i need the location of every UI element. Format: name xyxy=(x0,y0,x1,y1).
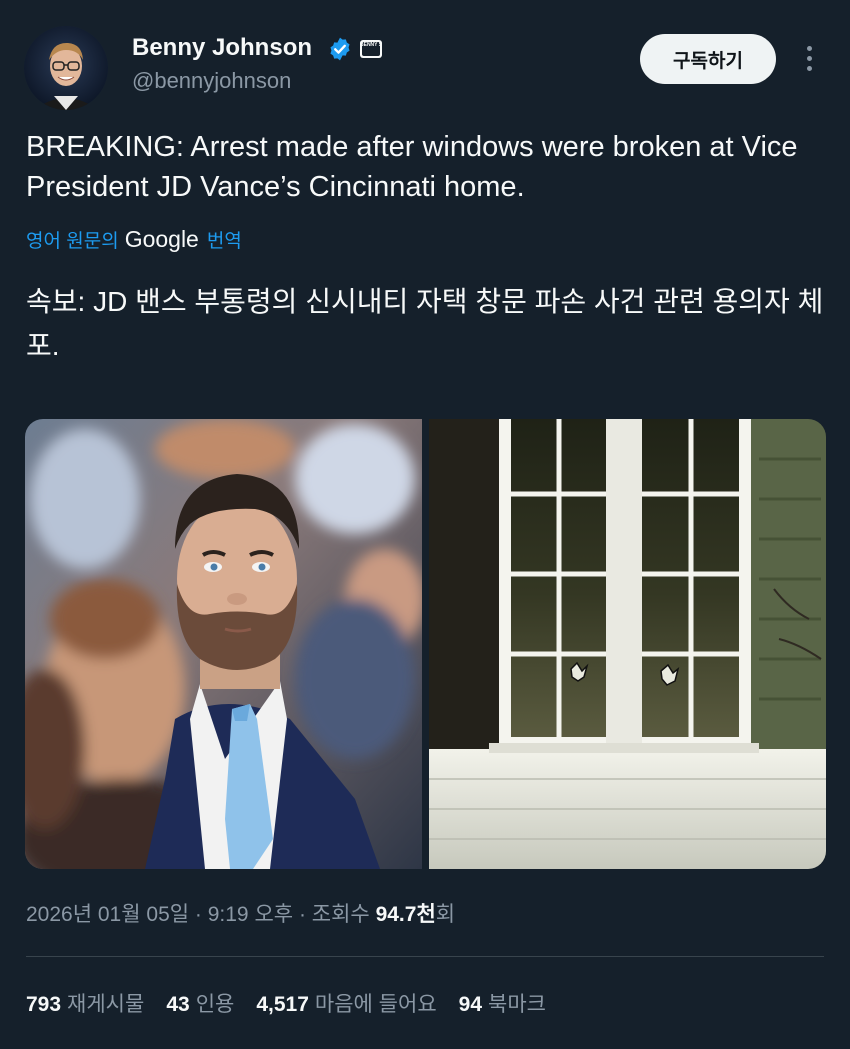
likes-label: 마음에 들어요 xyxy=(314,993,437,1016)
views-label: 조회수 xyxy=(311,903,370,926)
more-options-icon[interactable] xyxy=(796,42,824,76)
google-logo: Google xyxy=(124,226,199,252)
quotes-count: 43 xyxy=(166,993,190,1016)
reposts-label: 재게시물 xyxy=(67,993,145,1016)
tweet-time[interactable]: 9:19 오후 xyxy=(208,903,293,926)
tweet-meta: 2026년 01월 05일 · 9:19 오후 · 조회수 94.7천회 xyxy=(26,898,455,928)
photo-portrait[interactable] xyxy=(25,419,422,869)
tweet-text: BREAKING: Arrest made after windows were… xyxy=(26,131,798,203)
bookmarks-label: 북마크 xyxy=(488,993,546,1016)
quotes-label: 인용 xyxy=(195,993,235,1016)
tweet-date[interactable]: 2026년 01월 05일 xyxy=(26,903,189,926)
translate-suffix: 번역 xyxy=(206,231,242,252)
engagement-stats: 793 재게시물 43 인용 4,517 마음에 들어요 94 북마크 xyxy=(26,988,568,1018)
media-grid xyxy=(25,419,826,869)
verified-badge-icon xyxy=(330,37,350,61)
subscribe-button[interactable]: 구독하기 xyxy=(640,34,776,84)
affiliate-badge-text: BENNY SHOW xyxy=(360,42,382,48)
quotes-stat[interactable]: 43 인용 xyxy=(166,988,234,1018)
bookmarks-stat[interactable]: 94 북마크 xyxy=(459,988,546,1018)
avatar-image xyxy=(24,26,108,110)
reposts-count: 793 xyxy=(26,993,62,1016)
translation-attribution[interactable]: 영어 원문의 Google 번역 xyxy=(26,226,242,253)
author-handle[interactable]: @bennyjohnson xyxy=(132,68,291,94)
translate-prefix: 영어 원문의 xyxy=(26,231,119,252)
photo-windows[interactable] xyxy=(429,419,826,869)
bookmarks-count: 94 xyxy=(458,993,483,1016)
meta-separator: · xyxy=(194,903,208,926)
likes-count: 4,517 xyxy=(256,993,309,1016)
translated-text: 속보: JD 밴스 부통령의 신시내티 자택 창문 파손 사건 관련 용의자 체… xyxy=(26,286,824,361)
reposts-stat[interactable]: 793 재게시물 xyxy=(26,988,144,1018)
divider xyxy=(26,956,824,957)
views-count[interactable]: 94.7천 xyxy=(376,903,436,926)
author-avatar[interactable] xyxy=(24,26,108,110)
views-suffix: 회 xyxy=(435,903,456,926)
author-display-name[interactable]: Benny Johnson xyxy=(132,34,312,62)
meta-separator: · xyxy=(298,903,312,926)
affiliate-badge-icon[interactable]: BENNY SHOW xyxy=(360,40,382,58)
likes-stat[interactable]: 4,517 마음에 들어요 xyxy=(256,988,436,1018)
